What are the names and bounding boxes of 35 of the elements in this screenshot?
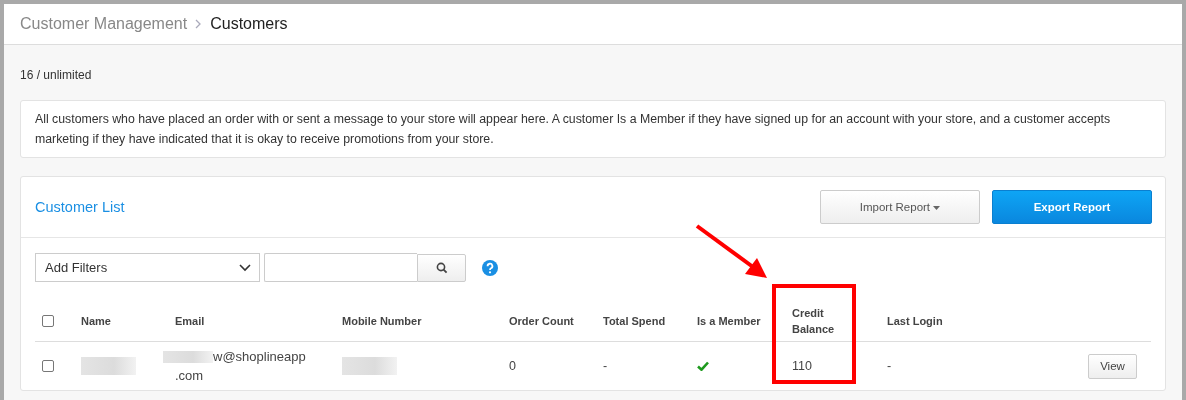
notice-text: All customers who have placed an order with or sent a message to your store will appear here. A customer Is a Member if they have signed up for an account with your store, and a customer accepts marketing if they have indicated that it is okay to receive promotions from your store.: [35, 111, 1112, 148]
redacted-block: [81, 357, 136, 375]
column-header: Email: [175, 313, 205, 329]
table-cell-text: .com: [175, 367, 205, 385]
annotation-arrow: [695, 224, 767, 278]
table-cell-text: w@shoplineapp: [213, 348, 306, 366]
column-header: Is a Member: [697, 313, 761, 329]
page-title: Customers: [210, 15, 288, 33]
column-header: Last Login: [887, 313, 943, 329]
column-header: Order Count: [509, 313, 574, 329]
redacted-block: [163, 350, 213, 363]
select-all-checkbox[interactable]: [42, 314, 54, 327]
import-report-button[interactable]: Import Report: [820, 190, 980, 224]
table-cell: 0: [509, 359, 516, 373]
column-header: Total Spend: [603, 313, 666, 329]
row-checkbox[interactable]: [42, 360, 54, 372]
redacted-block: [342, 357, 397, 375]
table-cell: -: [887, 359, 892, 373]
add-filters-dropdown[interactable]: Add Filters: [35, 253, 260, 282]
quota-text: 16 / unlimited: [20, 67, 93, 84]
table-cell: -: [603, 359, 608, 373]
view-button[interactable]: View: [1088, 353, 1137, 379]
chevron-down-icon: [239, 263, 251, 272]
search-icon: [435, 261, 448, 274]
card-title: Customer List: [35, 199, 125, 215]
breadcrumb-link[interactable]: Customer Management: [20, 15, 188, 33]
column-header: Credit Balance: [792, 305, 836, 337]
chevron-icon: [195, 19, 203, 29]
column-header: Mobile Number: [342, 313, 422, 329]
search-button[interactable]: [417, 253, 466, 282]
table-cell: 110: [792, 359, 812, 373]
help-icon[interactable]: [482, 259, 498, 276]
caret-icon: [933, 205, 941, 210]
column-header: Name: [81, 313, 111, 329]
search-field[interactable]: [264, 253, 417, 282]
